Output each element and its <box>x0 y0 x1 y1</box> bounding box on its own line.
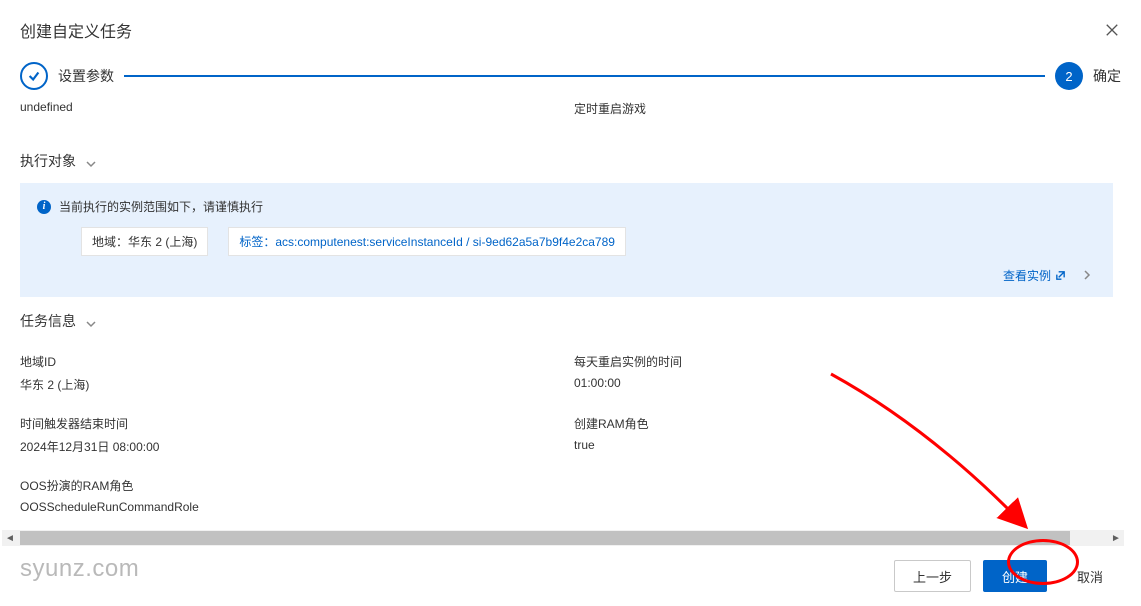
info-value: 华东 2 (上海) <box>20 376 574 393</box>
modal-header: 创建自定义任务 <box>0 0 1141 52</box>
subheader-right: 定时重启游戏 <box>574 100 1141 117</box>
info-item-restart-time: 每天重启实例的时间 01:00:00 <box>574 353 1113 393</box>
step-2-label: 确定 <box>1093 66 1121 86</box>
step-2: 2 确定 <box>1055 62 1121 90</box>
section-execution-target-header[interactable]: 执行对象 <box>20 151 1141 171</box>
chevron-down-icon <box>86 316 96 326</box>
info-item-create-ram-role: 创建RAM角色 true <box>574 415 1113 455</box>
scroll-thumb[interactable] <box>20 531 1070 545</box>
info-label: 每天重启实例的时间 <box>574 353 1113 370</box>
task-info-grid: 地域ID 华东 2 (上海) 每天重启实例的时间 01:00:00 时间触发器结… <box>20 343 1141 530</box>
view-instances-label: 查看实例 <box>1003 267 1051 284</box>
info-notice-row: i 当前执行的实例范围如下，请谨慎执行 <box>37 198 1096 215</box>
tag-row: 地域：华东 2 (上海) 标签：acs:computenest:serviceI… <box>37 227 1096 256</box>
info-value: OOSScheduleRunCommandRole <box>20 500 574 514</box>
region-tag-value: 华东 2 (上海) <box>128 235 197 249</box>
label-tag-prefix: 标签： <box>239 235 275 249</box>
prev-button[interactable]: 上一步 <box>894 560 971 592</box>
horizontal-scrollbar[interactable]: ◄ ► <box>2 530 1124 546</box>
cancel-button[interactable]: 取消 <box>1059 560 1121 592</box>
info-item-trigger-end: 时间触发器结束时间 2024年12月31日 08:00:00 <box>20 415 574 455</box>
view-instances-link[interactable]: 查看实例 <box>1003 267 1092 284</box>
step-2-circle: 2 <box>1055 62 1083 90</box>
info-item-oos-ram-role: OOS扮演的RAM角色 OOSScheduleRunCommandRole <box>20 477 574 514</box>
watermark: syunz.com <box>20 555 139 583</box>
step-1-circle <box>20 62 48 90</box>
label-tag: 标签：acs:computenest:serviceInstanceId / s… <box>228 227 626 256</box>
scroll-left-arrow-icon[interactable]: ◄ <box>2 530 18 546</box>
section-execution-target-title: 执行对象 <box>20 151 76 171</box>
content-scroll-area[interactable]: undefined 定时重启游戏 执行对象 i 当前执行的实例范围如下，请谨慎执… <box>0 96 1141 530</box>
info-label: 地域ID <box>20 353 574 370</box>
info-value: 2024年12月31日 08:00:00 <box>20 438 574 455</box>
scroll-right-arrow-icon[interactable]: ► <box>1108 530 1124 546</box>
info-item-region-id: 地域ID 华东 2 (上海) <box>20 353 574 393</box>
subheader-left: undefined <box>20 100 574 117</box>
label-tag-value: acs:computenest:serviceInstanceId / si-9… <box>275 235 615 249</box>
info-value: true <box>574 438 1113 452</box>
chevron-right-icon <box>1082 269 1092 283</box>
step-connector <box>124 75 1045 77</box>
stepper: 设置参数 2 确定 <box>0 52 1141 96</box>
info-icon: i <box>37 200 51 214</box>
chevron-down-icon <box>86 156 96 166</box>
section-task-info-title: 任务信息 <box>20 311 76 331</box>
info-label: 创建RAM角色 <box>574 415 1113 432</box>
info-label: 时间触发器结束时间 <box>20 415 574 432</box>
external-link-icon <box>1055 270 1066 281</box>
close-icon[interactable] <box>1103 21 1121 39</box>
info-label: OOS扮演的RAM角色 <box>20 477 574 494</box>
section-task-info-header[interactable]: 任务信息 <box>20 311 1141 331</box>
execution-target-info-box: i 当前执行的实例范围如下，请谨慎执行 地域：华东 2 (上海) 标签：acs:… <box>20 183 1113 297</box>
region-tag: 地域：华东 2 (上海) <box>81 227 208 256</box>
info-notice-text: 当前执行的实例范围如下，请谨慎执行 <box>59 198 263 215</box>
modal-title: 创建自定义任务 <box>20 18 132 42</box>
info-value: 01:00:00 <box>574 376 1113 390</box>
region-tag-prefix: 地域： <box>92 235 128 249</box>
subheader-row: undefined 定时重启游戏 <box>20 96 1141 137</box>
footer: 上一步 创建 取消 <box>0 546 1141 606</box>
step-1: 设置参数 <box>20 62 114 90</box>
create-button[interactable]: 创建 <box>983 560 1047 592</box>
step-1-label: 设置参数 <box>58 66 114 86</box>
